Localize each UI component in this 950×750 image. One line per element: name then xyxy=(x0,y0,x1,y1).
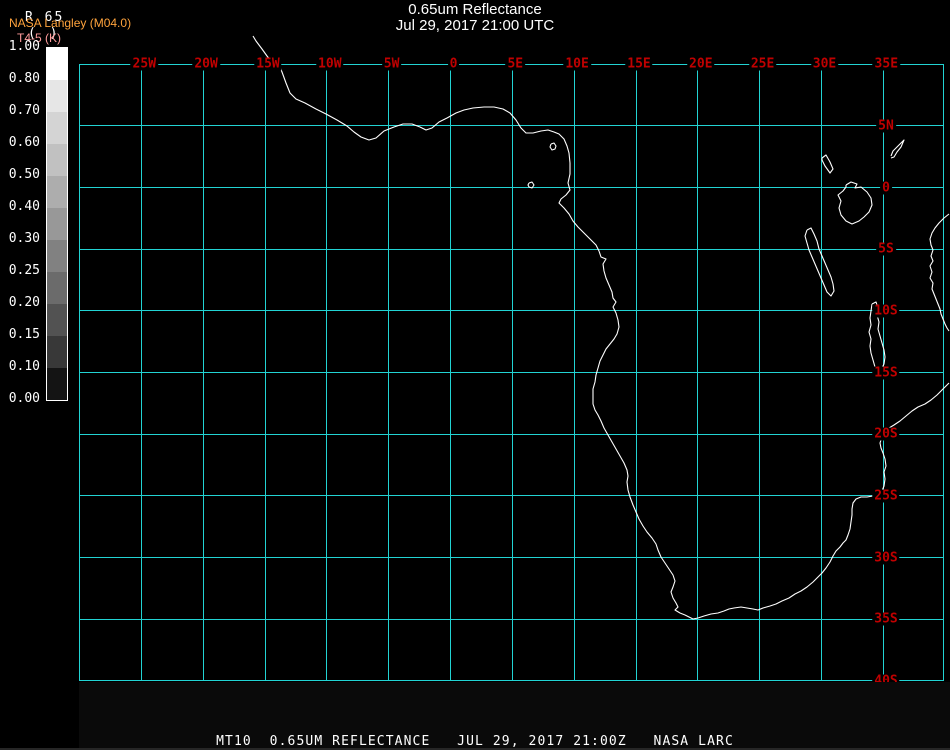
longitude-label: 35E xyxy=(872,56,901,72)
colorbar-tick-label: 0.50 xyxy=(8,167,40,182)
colorbar-tick-label: 0.10 xyxy=(8,359,40,374)
colorbar-tick-label: 0.80 xyxy=(8,71,40,86)
longitude-label: 15E xyxy=(625,56,653,72)
page-title: 0.65um Reflectance xyxy=(408,1,542,18)
colorbar-segment xyxy=(47,208,67,240)
longitude-label: 10W xyxy=(316,56,344,72)
header: 0.65um Reflectance Jul 29, 2017 21:00 UT… xyxy=(0,2,950,34)
grid-line-latitude xyxy=(79,248,944,250)
status-bar-text: MT10 0.65UM REFLECTANCE JUL 29, 2017 21:… xyxy=(216,734,734,749)
grid-line-latitude xyxy=(79,433,944,435)
colorbar-tick-label: 0.20 xyxy=(8,295,40,310)
latitude-label: 5N xyxy=(876,118,896,134)
reflectance-colorbar xyxy=(46,47,68,401)
colorbar-tick-label: 0.60 xyxy=(8,135,40,150)
colorbar-segment xyxy=(47,48,67,80)
latitude-label: 15S xyxy=(872,365,900,380)
longitude-label: 20E xyxy=(687,56,715,72)
longitude-label: 0 xyxy=(447,56,460,72)
satellite-reflectance-viewer: 0.65um Reflectance Jul 29, 2017 21:00 UT… xyxy=(0,0,950,750)
colorbar-tick-label: 0.25 xyxy=(8,263,40,278)
grid-line-latitude xyxy=(79,618,944,620)
longitude-label: 25E xyxy=(748,56,777,72)
colorbar-segment xyxy=(47,368,67,400)
grid-line-latitude xyxy=(79,125,944,127)
colorbar-tick-label: 1.00 xyxy=(8,39,40,54)
latitude-label: 0 xyxy=(880,180,892,196)
latitude-label: 30S xyxy=(872,550,900,565)
latitude-label: 20S xyxy=(872,426,900,442)
colorbar-segment xyxy=(47,336,67,368)
colorbar-tick-label: 0.70 xyxy=(8,103,40,118)
colorbar-tick-label: 0.30 xyxy=(8,231,40,246)
longitude-label: 20W xyxy=(192,56,220,72)
colorbar-segment xyxy=(47,176,67,208)
grid-line-latitude xyxy=(79,495,944,497)
latitude-label: 35S xyxy=(872,611,900,627)
colorbar-segment xyxy=(47,240,67,272)
latitude-label: 10S xyxy=(872,303,900,319)
colorbar-tick-label: 0.15 xyxy=(8,327,40,342)
grid-line-latitude xyxy=(79,187,944,189)
colorbar-segment xyxy=(47,272,67,304)
latitude-label: 25S xyxy=(872,488,900,504)
grid-line-latitude xyxy=(79,372,944,373)
longitude-label: 15W xyxy=(254,56,282,72)
longitude-label: 30E xyxy=(810,56,839,72)
grid-line-latitude xyxy=(79,310,944,312)
colorbar-segment xyxy=(47,112,67,144)
colorbar-segment xyxy=(47,144,67,176)
grid-line-latitude xyxy=(79,557,944,558)
longitude-label: 5E xyxy=(505,56,526,72)
longitude-label: 25W xyxy=(130,56,159,72)
colorbar-segment xyxy=(47,304,67,336)
page-subtitle: Jul 29, 2017 21:00 UTC xyxy=(395,17,555,34)
colorbar-segment xyxy=(47,80,67,112)
longitude-label: 5W xyxy=(381,56,402,72)
colorbar-tick-label: 0.00 xyxy=(8,391,40,406)
longitude-label: 10E xyxy=(563,56,591,72)
latitude-label: 5S xyxy=(876,241,896,257)
colorbar-tick-label: 0.40 xyxy=(8,199,40,214)
